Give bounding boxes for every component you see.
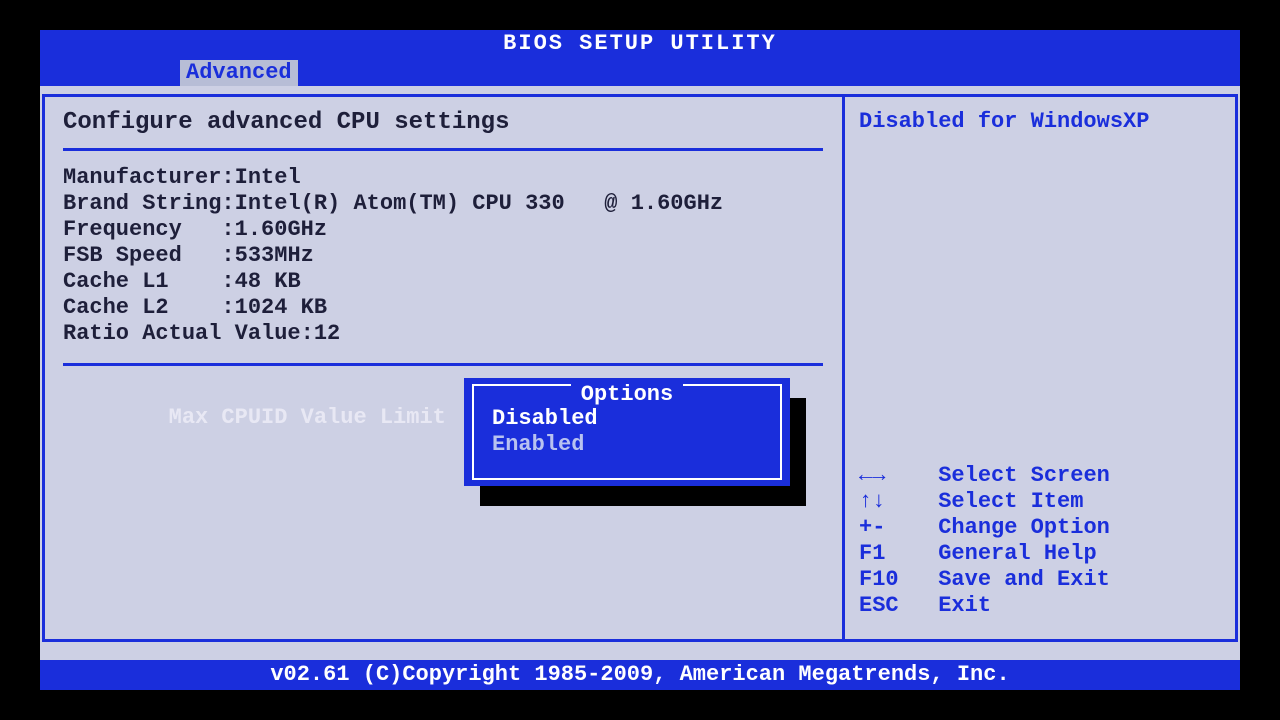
section-title: Configure advanced CPU settings	[63, 109, 824, 136]
help-text: Disabled for WindowsXP	[859, 109, 1149, 134]
info-fsb: FSB Speed :533MHz	[63, 243, 824, 269]
content-area: Configure advanced CPU settings Manufact…	[40, 88, 1240, 658]
tab-advanced[interactable]: Advanced	[180, 60, 298, 86]
popup-item-enabled[interactable]: Enabled	[474, 432, 780, 458]
info-l1: Cache L1 :48 KB	[63, 269, 824, 295]
tab-label: Advanced	[186, 60, 292, 85]
nav-row: ↑↓ Select Item	[859, 489, 1110, 515]
main-panel: Configure advanced CPU settings Manufact…	[42, 94, 842, 642]
nav-help: ←→ Select Screen ↑↓ Select Item +- Chang…	[859, 463, 1110, 619]
info-ratio: Ratio Actual Value:12	[63, 321, 824, 347]
tab-bar[interactable]: Advanced	[40, 58, 1240, 86]
nav-row: F1 General Help	[859, 541, 1110, 567]
divider	[63, 148, 823, 151]
bios-screen: BIOS SETUP UTILITY Advanced Configure ad…	[40, 30, 1240, 690]
nav-row: ←→ Select Screen	[859, 463, 1110, 489]
info-brand: Brand String:Intel(R) Atom(TM) CPU 330 @…	[63, 191, 824, 217]
footer: v02.61 (C)Copyright 1985-2009, American …	[40, 660, 1240, 690]
info-l2: Cache L2 :1024 KB	[63, 295, 824, 321]
title-bar: BIOS SETUP UTILITY	[40, 30, 1240, 58]
nav-row: F10 Save and Exit	[859, 567, 1110, 593]
setting-label: Max CPUID Value Limit	[169, 405, 446, 430]
popup-inner: Options Disabled Enabled	[472, 384, 782, 480]
side-panel: Disabled for WindowsXP ←→ Select Screen …	[842, 94, 1238, 642]
footer-text: v02.61 (C)Copyright 1985-2009, American …	[270, 662, 1009, 687]
nav-row: +- Change Option	[859, 515, 1110, 541]
nav-row: ESC Exit	[859, 593, 1110, 619]
title-text: BIOS SETUP UTILITY	[503, 31, 777, 56]
popup-item-disabled[interactable]: Disabled	[474, 406, 780, 432]
divider2	[63, 363, 823, 366]
info-manufacturer: Manufacturer:Intel	[63, 165, 824, 191]
popup-title: Options	[474, 382, 780, 407]
options-popup[interactable]: Options Disabled Enabled	[464, 378, 790, 486]
info-frequency: Frequency :1.60GHz	[63, 217, 824, 243]
